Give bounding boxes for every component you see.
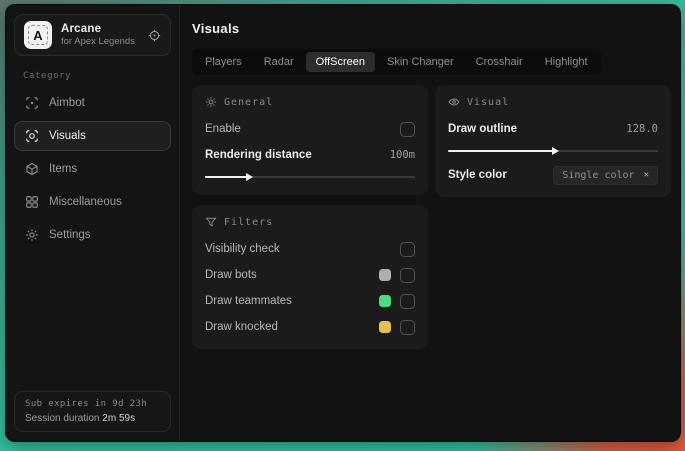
visual-panel: Visual Draw outline 128.0 Style color Si…	[435, 85, 671, 197]
draw-bots-checkbox[interactable]	[400, 267, 415, 283]
enable-row: Enable	[205, 118, 415, 140]
rendering-distance-label: Rendering distance	[205, 149, 312, 161]
enable-label: Enable	[205, 123, 241, 135]
draw-knocked-color-swatch[interactable]	[379, 321, 391, 333]
visual-panel-title: Visual	[467, 96, 510, 108]
slider-fill	[448, 147, 559, 155]
draw-teammates-color-swatch[interactable]	[379, 295, 391, 307]
sidebar-item-label: Items	[49, 163, 78, 175]
draw-teammates-checkbox[interactable]	[400, 293, 415, 309]
visual-panel-header: Visual	[448, 96, 658, 108]
draw-bots-row: Draw bots	[205, 264, 415, 286]
rendering-distance-row: Rendering distance 100m	[205, 144, 415, 166]
general-panel-title: General	[224, 96, 274, 108]
sidebar-item-miscellaneous[interactable]: Miscellaneous	[14, 187, 171, 217]
subscription-status-card: Sub expires in 9d 23h Session duration 2…	[14, 391, 171, 432]
brand-text: Arcane for Apex Legends	[61, 23, 135, 47]
draw-outline-slider[interactable]	[448, 146, 658, 156]
filters-panel: Filters Visibility check Draw bots Draw …	[192, 205, 428, 349]
sub-expiry-text: Sub expires in 9d 23h	[25, 399, 148, 409]
app-subtitle: for Apex Legends	[61, 36, 135, 47]
sidebar: A Arcane for Apex Legends Category Aimbo…	[6, 5, 180, 441]
draw-outline-value: 128.0	[626, 123, 658, 135]
gear-icon	[25, 228, 39, 242]
slider-fill	[205, 173, 253, 181]
app-window: A Arcane for Apex Legends Category Aimbo…	[5, 4, 681, 442]
clear-icon[interactable]: ✕	[644, 170, 649, 180]
sidebar-item-items[interactable]: Items	[14, 154, 171, 184]
panels-row: General Enable Rendering distance 100m F…	[192, 85, 671, 349]
eye-icon	[448, 96, 460, 108]
tab-skin-changer[interactable]: Skin Changer	[377, 52, 464, 72]
sidebar-item-aimbot[interactable]: Aimbot	[14, 88, 171, 118]
main-content: Visuals Players Radar OffScreen Skin Cha…	[180, 5, 680, 441]
draw-bots-label: Draw bots	[205, 269, 257, 281]
visibility-check-label: Visibility check	[205, 243, 280, 255]
sidebar-item-visuals[interactable]: Visuals	[14, 121, 171, 151]
right-panel-column: Visual Draw outline 128.0 Style color Si…	[435, 85, 671, 197]
slider-thumb[interactable]	[246, 173, 253, 181]
tab-radar[interactable]: Radar	[254, 52, 304, 72]
page-title: Visuals	[192, 21, 240, 36]
tab-highlight[interactable]: Highlight	[535, 52, 598, 72]
visibility-check-row: Visibility check	[205, 238, 415, 260]
visuals-tabstrip: Players Radar OffScreen Skin Changer Cro…	[192, 49, 601, 75]
eye-scan-icon	[25, 129, 39, 143]
crosshair-icon	[25, 96, 39, 110]
visibility-check-checkbox[interactable]	[400, 241, 415, 257]
session-duration-value: 2m 59s	[102, 413, 136, 424]
target-icon[interactable]	[148, 29, 161, 42]
sun-icon	[205, 96, 217, 108]
draw-knocked-row: Draw knocked	[205, 316, 415, 338]
tab-offscreen[interactable]: OffScreen	[305, 52, 375, 72]
draw-knocked-checkbox[interactable]	[400, 319, 415, 335]
sidebar-item-label: Miscellaneous	[49, 196, 122, 208]
draw-outline-row: Draw outline 128.0	[448, 118, 658, 140]
sidebar-item-label: Visuals	[49, 130, 86, 142]
style-color-selected-value: Single color	[562, 169, 635, 181]
enable-checkbox[interactable]	[400, 121, 415, 137]
general-panel: General Enable Rendering distance 100m	[192, 85, 428, 195]
tab-players[interactable]: Players	[195, 52, 252, 72]
style-color-row: Style color Single color ✕	[448, 164, 658, 186]
grid-icon	[25, 195, 39, 209]
session-duration-text: Session duration 2m 59s	[25, 413, 160, 424]
filters-panel-header: Filters	[205, 216, 415, 228]
sidebar-item-label: Settings	[49, 229, 91, 241]
draw-outline-label: Draw outline	[448, 123, 518, 135]
sidebar-nav: Aimbot Visuals Items Miscellaneous Setti…	[14, 88, 171, 250]
filters-panel-title: Filters	[224, 216, 274, 228]
cube-icon	[25, 162, 39, 176]
style-color-label: Style color	[448, 169, 507, 181]
sidebar-item-label: Aimbot	[49, 97, 85, 109]
left-panel-column: General Enable Rendering distance 100m F…	[192, 85, 428, 349]
funnel-icon	[205, 216, 217, 228]
draw-knocked-label: Draw knocked	[205, 321, 278, 333]
app-logo: A	[24, 21, 52, 49]
rendering-distance-value: 100m	[389, 149, 415, 161]
tab-crosshair[interactable]: Crosshair	[466, 52, 533, 72]
style-color-select[interactable]: Single color ✕	[553, 165, 658, 185]
logo-dashed-frame	[28, 25, 48, 45]
general-panel-header: General	[205, 96, 415, 108]
sidebar-item-settings[interactable]: Settings	[14, 220, 171, 250]
brand-card: A Arcane for Apex Legends	[14, 14, 171, 56]
session-duration-label: Session duration	[25, 413, 100, 424]
rendering-distance-slider[interactable]	[205, 172, 415, 182]
slider-thumb[interactable]	[552, 147, 559, 155]
category-label: Category	[23, 71, 72, 81]
draw-teammates-label: Draw teammates	[205, 295, 292, 307]
draw-teammates-row: Draw teammates	[205, 290, 415, 312]
draw-bots-color-swatch[interactable]	[379, 269, 391, 281]
app-name: Arcane	[61, 23, 102, 35]
